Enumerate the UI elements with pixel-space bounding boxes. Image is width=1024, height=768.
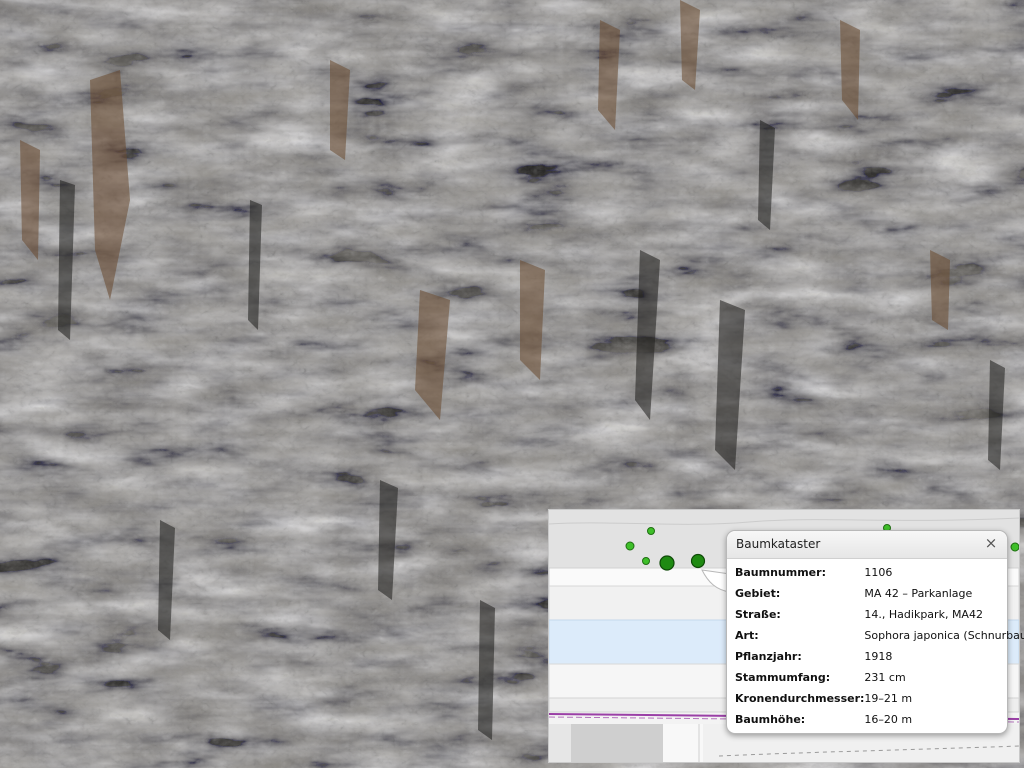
popup-title: Baumkataster: [736, 537, 821, 551]
table-row: Baumhöhe: 16–20 m: [735, 709, 1024, 730]
attribute-value: 19–21 m: [864, 692, 913, 705]
attribute-value: 231 cm: [864, 671, 906, 684]
table-row: Art: Sophora japonica (Schnurbaum): [735, 625, 1024, 646]
attribute-label: Straße:: [735, 608, 781, 621]
attribute-value: MA 42 – Parkanlage: [864, 587, 973, 600]
table-row: Baumnummer: 1106: [735, 562, 1024, 583]
attribute-label: Kronendurchmesser:: [735, 692, 865, 705]
attribute-label: Art:: [735, 629, 759, 642]
table-row: Pflanzjahr: 1918: [735, 646, 1024, 667]
popup-header: Baumkataster ×: [727, 531, 1007, 559]
attribute-value: 1918: [864, 650, 893, 663]
table-row: Kronendurchmesser: 19–21 m: [735, 688, 1024, 709]
attribute-value: 16–20 m: [864, 713, 913, 726]
attribute-value: 14., Hadikpark, MA42: [864, 608, 983, 621]
attribute-label: Baumhöhe:: [735, 713, 806, 726]
attribute-value: 1106: [864, 566, 893, 579]
attribute-label: Baumnummer:: [735, 566, 826, 579]
table-row: Stammumfang: 231 cm: [735, 667, 1024, 688]
tree-attributes-table: Baumnummer: 1106 Gebiet: MA 42 – Parkanl…: [735, 562, 1024, 730]
attribute-label: Stammumfang:: [735, 671, 831, 684]
table-row: Straße: 14., Hadikpark, MA42: [735, 604, 1024, 625]
attribute-value: Sophora japonica (Schnurbaum): [864, 629, 1024, 642]
attribute-label: Pflanzjahr:: [735, 650, 802, 663]
tree-info-popup: Baumkataster × Baumnummer: 1106 Gebiet: …: [726, 530, 1024, 734]
close-icon[interactable]: ×: [983, 534, 999, 552]
attribute-label: Gebiet:: [735, 587, 781, 600]
table-row: Gebiet: MA 42 – Parkanlage: [735, 583, 1024, 604]
